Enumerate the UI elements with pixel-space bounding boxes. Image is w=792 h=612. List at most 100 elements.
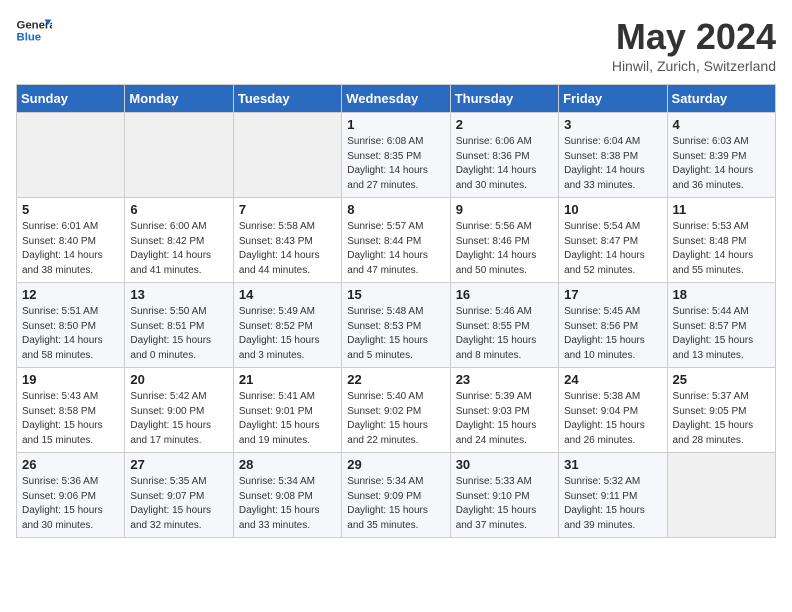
- calendar-cell: 17 Sunrise: 5:45 AM Sunset: 8:56 PM Dayli…: [559, 283, 667, 368]
- weekday-header: Tuesday: [233, 85, 341, 113]
- weekday-header: Saturday: [667, 85, 775, 113]
- day-info: Sunrise: 5:36 AM Sunset: 9:06 PM Dayligh…: [22, 475, 119, 533]
- calendar-cell: 29Sunrise: 5:34 AM Sunset: 9:09 PM Dayli…: [342, 453, 450, 538]
- day-number: 18: [673, 287, 770, 302]
- calendar-cell: 27Sunrise: 5:35 AM Sunset: 9:07 PM Dayli…: [125, 453, 233, 538]
- day-number: 8: [347, 202, 444, 217]
- day-info: Sunrise: 5:40 AM Sunset: 9:02 PM Dayligh…: [347, 390, 444, 448]
- calendar-cell: [125, 113, 233, 198]
- calendar-cell: 5 Sunrise: 6:01 AM Sunset: 8:40 PM Daylig…: [17, 198, 125, 283]
- day-info: Sunrise: 5:32 AM Sunset: 9:11 PM Dayligh…: [564, 475, 661, 533]
- day-info: Sunrise: 5:56 AM Sunset: 8:46 PM Dayligh…: [456, 220, 553, 278]
- logo: General Blue General Blue: [16, 16, 52, 44]
- day-info: Sunrise: 5:42 AM Sunset: 9:00 PM Dayligh…: [130, 390, 227, 448]
- day-info: Sunrise: 6:06 AM Sunset: 8:36 PM Dayligh…: [456, 135, 553, 193]
- calendar-cell: 13Sunrise: 5:50 AM Sunset: 8:51 PM Dayli…: [125, 283, 233, 368]
- logo-icon: General Blue: [16, 16, 52, 44]
- calendar-cell: 21Sunrise: 5:41 AM Sunset: 9:01 PM Dayli…: [233, 368, 341, 453]
- day-info: Sunrise: 5:54 AM Sunset: 8:47 PM Dayligh…: [564, 220, 661, 278]
- calendar-cell: 22 Sunrise: 5:40 AM Sunset: 9:02 PM Dayli…: [342, 368, 450, 453]
- calendar-cell: 24 Sunrise: 5:38 AM Sunset: 9:04 PM Dayli…: [559, 368, 667, 453]
- calendar-cell: 4 Sunrise: 6:03 AM Sunset: 8:39 PM Daylig…: [667, 113, 775, 198]
- day-number: 7: [239, 202, 336, 217]
- day-number: 24: [564, 372, 661, 387]
- title-block: May 2024 Hinwil, Zurich, Switzerland: [612, 16, 776, 74]
- day-number: 6: [130, 202, 227, 217]
- day-number: 11: [673, 202, 770, 217]
- svg-text:Blue: Blue: [17, 32, 42, 44]
- calendar-cell: 10 Sunrise: 5:54 AM Sunset: 8:47 PM Dayli…: [559, 198, 667, 283]
- day-info: Sunrise: 5:51 AM Sunset: 8:50 PM Dayligh…: [22, 305, 119, 363]
- day-number: 20: [130, 372, 227, 387]
- day-number: 16: [456, 287, 553, 302]
- day-info: Sunrise: 5:50 AM Sunset: 8:51 PM Dayligh…: [130, 305, 227, 363]
- day-info: Sunrise: 6:01 AM Sunset: 8:40 PM Dayligh…: [22, 220, 119, 278]
- day-number: 9: [456, 202, 553, 217]
- day-info: Sunrise: 5:45 AM Sunset: 8:56 PM Dayligh…: [564, 305, 661, 363]
- weekday-header: Wednesday: [342, 85, 450, 113]
- calendar-cell: 19 Sunrise: 5:43 AM Sunset: 8:58 PM Dayli…: [17, 368, 125, 453]
- calendar-week-row: 5 Sunrise: 6:01 AM Sunset: 8:40 PM Daylig…: [17, 198, 776, 283]
- day-number: 14: [239, 287, 336, 302]
- month-title: May 2024: [612, 16, 776, 58]
- day-info: Sunrise: 5:34 AM Sunset: 9:08 PM Dayligh…: [239, 475, 336, 533]
- day-number: 23: [456, 372, 553, 387]
- calendar-cell: 3 Sunrise: 6:04 AM Sunset: 8:38 PM Daylig…: [559, 113, 667, 198]
- weekday-header: Sunday: [17, 85, 125, 113]
- day-number: 30: [456, 457, 553, 472]
- calendar-cell: 18 Sunrise: 5:44 AM Sunset: 8:57 PM Dayli…: [667, 283, 775, 368]
- calendar-cell: 25Sunrise: 5:37 AM Sunset: 9:05 PM Dayli…: [667, 368, 775, 453]
- calendar-cell: 23Sunrise: 5:39 AM Sunset: 9:03 PM Dayli…: [450, 368, 558, 453]
- calendar-header-row: SundayMondayTuesdayWednesdayThursdayFrid…: [17, 85, 776, 113]
- day-number: 31: [564, 457, 661, 472]
- day-number: 1: [347, 117, 444, 132]
- day-info: Sunrise: 6:08 AM Sunset: 8:35 PM Dayligh…: [347, 135, 444, 193]
- calendar-week-row: 26Sunrise: 5:36 AM Sunset: 9:06 PM Dayli…: [17, 453, 776, 538]
- weekday-header: Friday: [559, 85, 667, 113]
- day-number: 27: [130, 457, 227, 472]
- day-number: 2: [456, 117, 553, 132]
- calendar-cell: 8 Sunrise: 5:57 AM Sunset: 8:44 PM Daylig…: [342, 198, 450, 283]
- day-number: 25: [673, 372, 770, 387]
- day-info: Sunrise: 6:04 AM Sunset: 8:38 PM Dayligh…: [564, 135, 661, 193]
- calendar-cell: 1 Sunrise: 6:08 AM Sunset: 8:35 PM Daylig…: [342, 113, 450, 198]
- day-info: Sunrise: 5:38 AM Sunset: 9:04 PM Dayligh…: [564, 390, 661, 448]
- day-number: 5: [22, 202, 119, 217]
- day-info: Sunrise: 6:00 AM Sunset: 8:42 PM Dayligh…: [130, 220, 227, 278]
- calendar-table: SundayMondayTuesdayWednesdayThursdayFrid…: [16, 84, 776, 538]
- day-number: 4: [673, 117, 770, 132]
- calendar-cell: 20 Sunrise: 5:42 AM Sunset: 9:00 PM Dayli…: [125, 368, 233, 453]
- day-number: 17: [564, 287, 661, 302]
- day-info: Sunrise: 5:49 AM Sunset: 8:52 PM Dayligh…: [239, 305, 336, 363]
- calendar-cell: 14 Sunrise: 5:49 AM Sunset: 8:52 PM Dayli…: [233, 283, 341, 368]
- page-header: General Blue General Blue May 2024 Hinwi…: [16, 16, 776, 74]
- day-info: Sunrise: 5:53 AM Sunset: 8:48 PM Dayligh…: [673, 220, 770, 278]
- day-number: 3: [564, 117, 661, 132]
- calendar-week-row: 1 Sunrise: 6:08 AM Sunset: 8:35 PM Daylig…: [17, 113, 776, 198]
- day-info: Sunrise: 5:43 AM Sunset: 8:58 PM Dayligh…: [22, 390, 119, 448]
- day-number: 12: [22, 287, 119, 302]
- calendar-cell: 11 Sunrise: 5:53 AM Sunset: 8:48 PM Dayli…: [667, 198, 775, 283]
- day-number: 28: [239, 457, 336, 472]
- calendar-cell: 31 Sunrise: 5:32 AM Sunset: 9:11 PM Dayli…: [559, 453, 667, 538]
- calendar-cell: 7Sunrise: 5:58 AM Sunset: 8:43 PM Daylig…: [233, 198, 341, 283]
- calendar-cell: 2 Sunrise: 6:06 AM Sunset: 8:36 PM Daylig…: [450, 113, 558, 198]
- day-number: 10: [564, 202, 661, 217]
- calendar-cell: 6 Sunrise: 6:00 AM Sunset: 8:42 PM Daylig…: [125, 198, 233, 283]
- calendar-cell: 30Sunrise: 5:33 AM Sunset: 9:10 PM Dayli…: [450, 453, 558, 538]
- calendar-cell: 28 Sunrise: 5:34 AM Sunset: 9:08 PM Dayli…: [233, 453, 341, 538]
- day-info: Sunrise: 5:44 AM Sunset: 8:57 PM Dayligh…: [673, 305, 770, 363]
- day-info: Sunrise: 5:57 AM Sunset: 8:44 PM Dayligh…: [347, 220, 444, 278]
- calendar-week-row: 12 Sunrise: 5:51 AM Sunset: 8:50 PM Dayli…: [17, 283, 776, 368]
- day-number: 15: [347, 287, 444, 302]
- calendar-cell: 12 Sunrise: 5:51 AM Sunset: 8:50 PM Dayli…: [17, 283, 125, 368]
- day-number: 29: [347, 457, 444, 472]
- calendar-cell: 9 Sunrise: 5:56 AM Sunset: 8:46 PM Daylig…: [450, 198, 558, 283]
- day-info: Sunrise: 5:48 AM Sunset: 8:53 PM Dayligh…: [347, 305, 444, 363]
- calendar-cell: 16Sunrise: 5:46 AM Sunset: 8:55 PM Dayli…: [450, 283, 558, 368]
- day-number: 22: [347, 372, 444, 387]
- calendar-cell: [233, 113, 341, 198]
- day-number: 21: [239, 372, 336, 387]
- day-info: Sunrise: 6:03 AM Sunset: 8:39 PM Dayligh…: [673, 135, 770, 193]
- day-number: 19: [22, 372, 119, 387]
